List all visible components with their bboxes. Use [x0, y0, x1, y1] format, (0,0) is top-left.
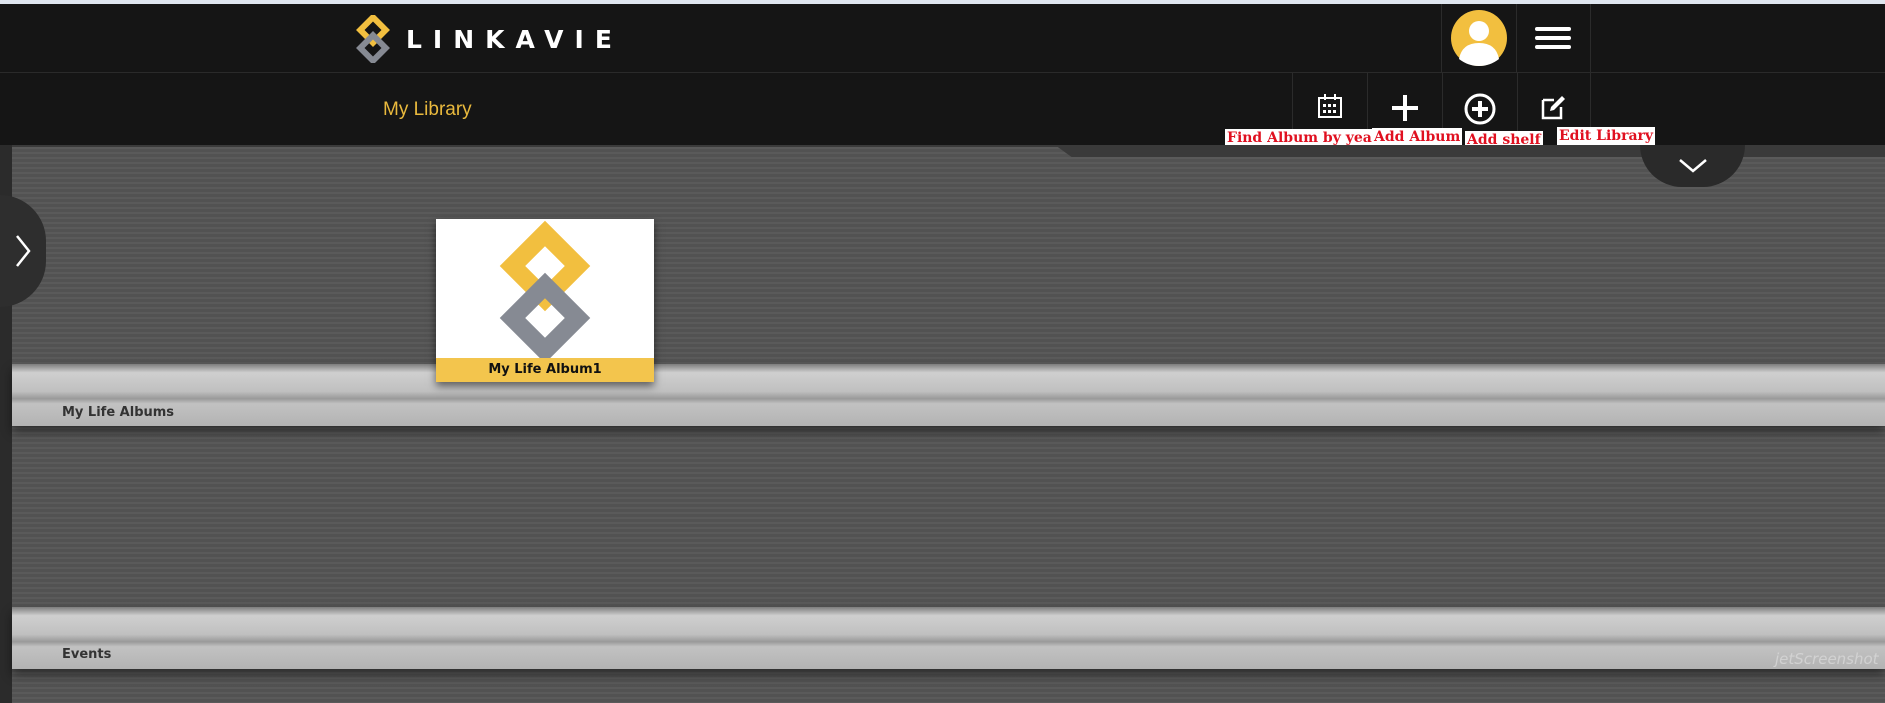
shelf-events	[12, 607, 1885, 669]
album-title: My Life Album1	[436, 358, 654, 382]
plus-circle-icon	[1464, 93, 1495, 125]
edit-icon	[1541, 96, 1565, 120]
shelf-my-life-albums	[12, 364, 1885, 426]
find-album-annotation: Find Album by year	[1225, 129, 1382, 147]
user-avatar-icon	[1451, 10, 1507, 66]
page-title: My Library	[383, 99, 472, 120]
shelf-label-my-life-albums: My Life Albums	[62, 405, 175, 420]
chevron-right-icon	[16, 235, 31, 267]
edit-library-annotation: Edit Library	[1557, 127, 1656, 145]
library-toolbar: My Library Find Album by year Add Album …	[0, 73, 1885, 149]
plus-icon	[1391, 95, 1418, 121]
logo[interactable]: LINKAVIE	[356, 14, 623, 64]
hamburger-menu-icon	[1535, 27, 1571, 49]
shelf-label-events: Events	[62, 647, 112, 662]
chevron-down-icon	[1678, 159, 1707, 173]
toolbar-edge	[1055, 145, 1885, 157]
user-avatar-button[interactable]	[1441, 4, 1517, 72]
linkavie-logo-icon	[356, 15, 390, 63]
main-menu-button[interactable]	[1516, 4, 1591, 72]
album-card[interactable]: My Life Album1	[436, 219, 654, 382]
top-header: LINKAVIE	[0, 4, 1885, 73]
calendar-icon	[1317, 94, 1342, 118]
add-album-annotation: Add Album	[1372, 128, 1463, 146]
album-cover-logo-icon	[499, 220, 591, 358]
logo-text: LINKAVIE	[406, 24, 623, 54]
watermark: jetScreenshot	[1775, 650, 1879, 668]
